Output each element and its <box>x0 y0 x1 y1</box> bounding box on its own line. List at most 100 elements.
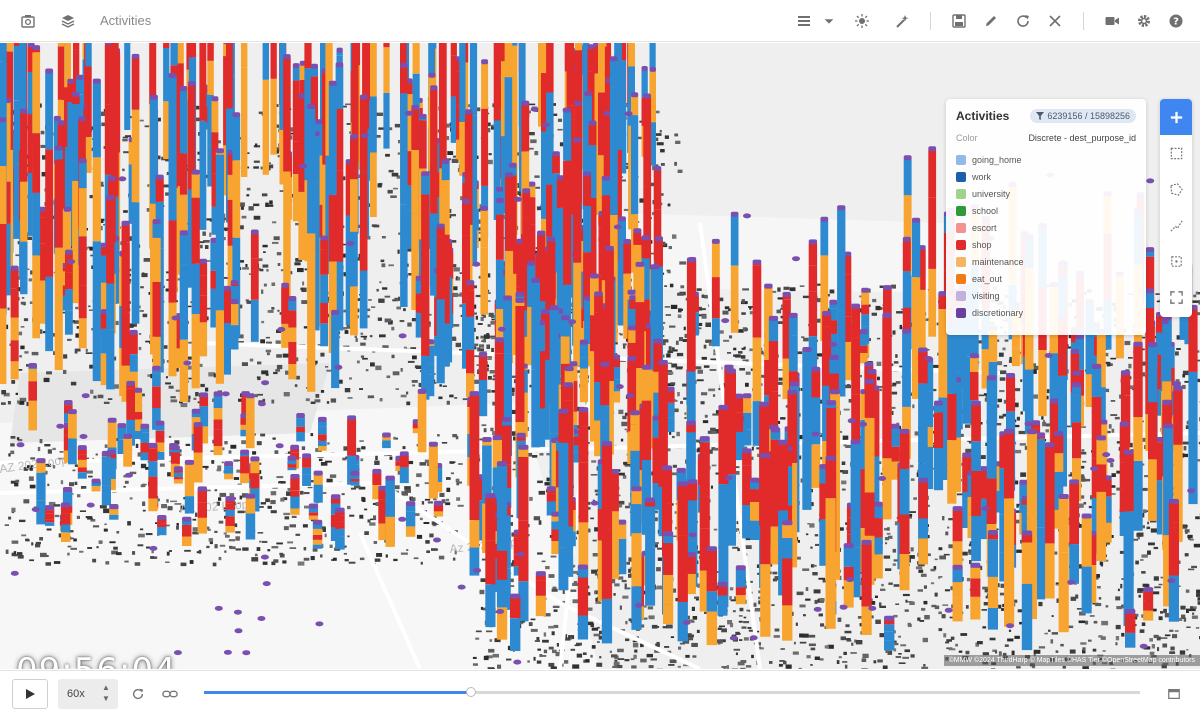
save-icon[interactable] <box>945 7 973 35</box>
building-block <box>35 541 41 545</box>
dropdown-caret-icon[interactable] <box>822 7 836 35</box>
building-block <box>4 524 9 526</box>
building-block <box>324 533 327 538</box>
building-block <box>699 308 706 311</box>
building-block <box>1016 416 1020 421</box>
building-block <box>1169 651 1176 654</box>
building-block <box>902 593 910 597</box>
video-icon[interactable] <box>1098 7 1126 35</box>
building-block <box>938 611 942 615</box>
building-block <box>388 264 394 267</box>
building-block <box>356 447 361 452</box>
building-block <box>489 639 493 642</box>
magic-wand-icon[interactable] <box>888 7 916 35</box>
table-view-icon[interactable] <box>790 7 818 35</box>
building-block <box>851 642 854 646</box>
building-block <box>748 629 754 632</box>
building-block <box>622 475 627 479</box>
activity-bar[interactable] <box>450 43 457 143</box>
building-block <box>708 388 716 392</box>
building-block <box>423 522 430 524</box>
building-block <box>261 193 268 197</box>
settings-icon[interactable] <box>1130 7 1158 35</box>
building-block <box>394 123 401 128</box>
building-block <box>1016 666 1021 669</box>
building-block <box>958 650 963 653</box>
building-block <box>512 375 516 378</box>
building-block <box>397 249 400 254</box>
activity-bar[interactable] <box>163 43 170 159</box>
building-block <box>718 625 725 628</box>
building-block <box>861 668 868 669</box>
refresh-icon[interactable] <box>1009 7 1037 35</box>
building-block <box>771 604 775 606</box>
sun-icon[interactable] <box>848 7 876 35</box>
activity-bar[interactable] <box>262 43 269 175</box>
building-block <box>877 659 883 663</box>
camera-box-icon[interactable] <box>14 7 42 35</box>
building-block <box>930 568 936 572</box>
building-block <box>942 516 945 521</box>
building-block <box>79 510 86 512</box>
building-block <box>180 402 188 408</box>
activity-bar[interactable] <box>124 43 131 131</box>
activity-bar[interactable] <box>270 43 277 155</box>
building-block <box>703 294 709 299</box>
layers-icon[interactable] <box>54 7 82 35</box>
building-block <box>77 494 81 498</box>
building-block <box>548 574 555 578</box>
building-block <box>245 264 248 268</box>
building-block <box>212 562 217 567</box>
building-block <box>1183 446 1187 451</box>
building-block <box>11 507 16 513</box>
building-block <box>655 626 660 628</box>
building-block <box>294 262 301 266</box>
building-block <box>1193 294 1197 298</box>
building-block <box>625 620 628 625</box>
bar-segment <box>85 43 92 67</box>
building-block <box>24 351 29 354</box>
activity-bar[interactable] <box>459 43 466 176</box>
building-block <box>551 631 555 636</box>
building-block <box>590 474 598 476</box>
activity-bar[interactable] <box>241 43 248 177</box>
building-block <box>668 346 672 351</box>
building-block <box>892 563 896 566</box>
building-block <box>741 626 747 629</box>
building-block <box>246 187 251 191</box>
building-block <box>165 376 168 379</box>
building-block <box>452 434 457 438</box>
activity-bar[interactable] <box>383 43 390 149</box>
building-block <box>1141 554 1148 558</box>
building-block <box>235 531 241 534</box>
building-block <box>1060 643 1064 647</box>
building-block <box>451 158 459 163</box>
edit-icon[interactable] <box>977 7 1005 35</box>
bar-segment <box>450 55 457 97</box>
building-block <box>445 502 451 506</box>
building-block <box>40 130 45 135</box>
building-block <box>934 558 938 561</box>
building-block <box>704 414 708 418</box>
building-block <box>922 637 928 643</box>
building-block <box>1085 620 1089 625</box>
building-block <box>1184 529 1190 533</box>
building-block <box>622 415 627 420</box>
building-block <box>424 482 430 485</box>
building-block <box>260 476 263 480</box>
building-block <box>883 555 891 559</box>
building-block <box>624 659 630 662</box>
building-block <box>1001 608 1004 611</box>
building-block <box>385 554 388 558</box>
building-block <box>475 637 480 640</box>
map-view[interactable]: AZ 202 LoopAZ 202 LoopAz 202 Loop Activi… <box>0 43 1200 669</box>
building-block <box>876 337 881 340</box>
close-icon[interactable] <box>1041 7 1069 35</box>
building-block <box>202 465 209 468</box>
building-block <box>938 628 943 632</box>
building-block <box>69 482 74 487</box>
activity-bar[interactable] <box>85 43 92 173</box>
building-block <box>947 526 950 529</box>
help-icon[interactable]: ? <box>1162 7 1190 35</box>
building-block <box>840 636 846 641</box>
